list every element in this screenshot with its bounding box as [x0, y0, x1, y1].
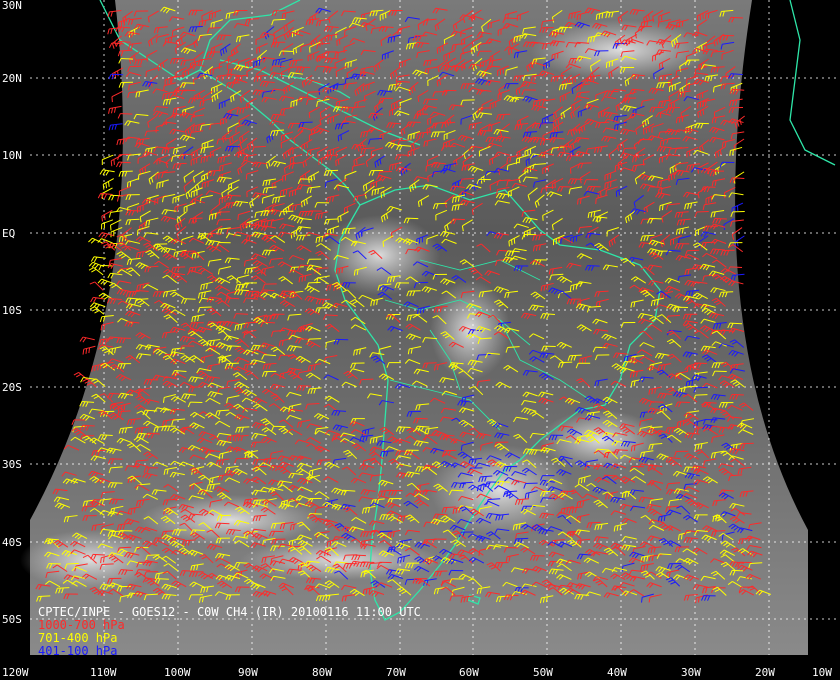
latitude-label: 10S: [2, 304, 22, 317]
latitude-label: 50S: [2, 613, 22, 626]
latitude-label: 20N: [2, 72, 22, 85]
latitude-label: EQ: [2, 227, 15, 240]
latitude-label: 40S: [2, 536, 22, 549]
longitude-label: 30W: [681, 666, 701, 679]
latitude-label: 30S: [2, 458, 22, 471]
longitude-label: 120W: [2, 666, 29, 679]
latitude-label: 10N: [2, 149, 22, 162]
latitude-label: 30N: [2, 0, 22, 12]
longitude-label: 10W: [812, 666, 832, 679]
longitude-label: 90W: [238, 666, 258, 679]
longitude-label: 80W: [312, 666, 332, 679]
longitude-label: 70W: [386, 666, 406, 679]
satellite-wind-map: 30N 20N 10N EQ 10S 20S 30S 40S 50S 120W 110W 100W 9…: [0, 0, 840, 680]
longitude-label: 50W: [533, 666, 553, 679]
longitude-label: 100W: [164, 666, 191, 679]
longitude-label: 40W: [607, 666, 627, 679]
longitude-label: 110W: [90, 666, 117, 679]
longitude-label: 20W: [755, 666, 775, 679]
legend-high-level: 401-100 hPa: [38, 644, 118, 658]
longitude-label: 60W: [459, 666, 479, 679]
latitude-label: 20S: [2, 381, 22, 394]
